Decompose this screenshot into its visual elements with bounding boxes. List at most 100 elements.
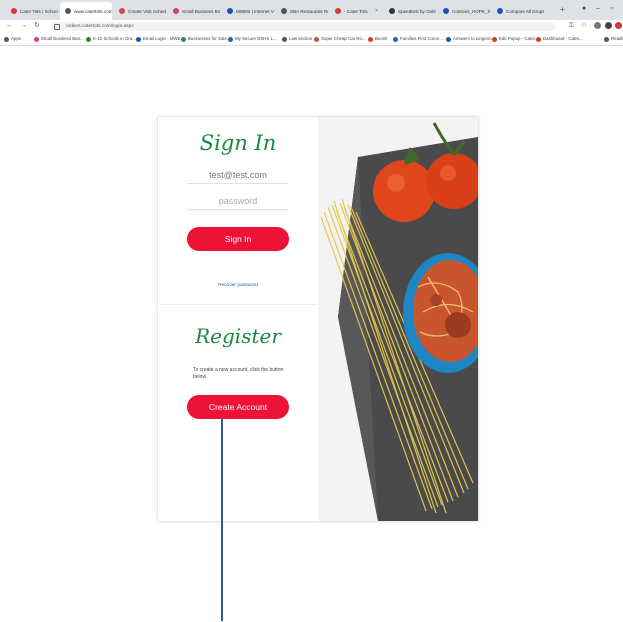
sign-in-button[interactable]: Sign In [187,227,289,251]
login-card: Sign In test@test.com password Sign In R… [158,117,478,521]
bookmark-label: Businesses for Sale... [188,36,231,41]
browser-tab[interactable]: SBA Restaurant Re× [276,4,328,18]
bookmark-label: Super Cheap Car Ro... [321,36,366,41]
bookmark-favicon-icon [4,36,9,42]
extension-icon[interactable] [605,22,612,29]
bookmark-item[interactable]: My Secure DSHS L... [228,36,277,42]
bookmark-favicon-icon [228,36,233,42]
bookmark-item[interactable]: Boonli [368,36,387,42]
tab-label: Cater Tots | School [20,8,58,14]
star-icon[interactable]: ☆ [581,22,587,30]
maximize-icon[interactable]: ▫ [611,5,613,13]
bookmark-item[interactable]: Answers to Lingerin... [446,36,495,42]
favicon-icon [227,8,233,14]
bookmark-label: Law section [289,36,313,41]
email-field[interactable]: test@test.com [188,167,288,184]
favicon-icon [119,8,125,14]
bookmark-item[interactable]: Families First Coron... [393,36,443,42]
extension-icon[interactable] [594,22,601,29]
bookmark-favicon-icon [492,36,497,42]
form-panel: Sign In test@test.com password Sign In R… [158,117,318,521]
bookmark-label: Edit Popup - Cater... [499,36,539,41]
tab-label: Speedtest by Ookl [398,8,436,14]
bookmark-label: Apps [11,36,22,41]
bookmark-favicon-icon [314,36,319,42]
pasta-illustration [318,117,478,521]
bookmark-favicon-icon [86,36,91,42]
reload-icon[interactable]: ↻ [34,22,40,30]
bookmark-favicon-icon [393,36,398,42]
browser-tab[interactable]: Compare All Drops× [492,4,544,18]
browser-tab[interactable]: Speedtest by Ookl× [384,4,436,18]
bookmark-label: Boonli [375,36,388,41]
key-icon[interactable]: ⚿ [569,22,574,30]
food-image [318,117,478,521]
bookmark-favicon-icon [604,36,609,42]
profile-icon[interactable]: ● [582,5,586,13]
bookmark-item[interactable]: Email Login · MWE... [136,36,184,42]
bookmark-label: Dashboard - Cater... [543,36,583,41]
password-field[interactable]: password [188,193,288,210]
favicon-icon [497,8,503,14]
favicon-icon [173,8,179,14]
favicon-icon [443,8,449,14]
register-title: Register [195,324,281,348]
bookmark-item[interactable]: K-12 Schools in Ora... [86,36,136,42]
register-text: To create a new account, click the butto… [193,367,284,380]
bookmark-item[interactable]: Super Cheap Car Ro... [314,36,366,42]
tab-label: - Cater Tots [344,8,368,14]
bookmark-item[interactable]: Apps [4,36,21,42]
bookmark-label: Families First Coron... [400,36,443,41]
extension-icon[interactable] [615,22,622,29]
tab-label: MWEB | Internet V [236,8,274,14]
browser-tab[interactable]: Cater Tots | School× [6,4,58,18]
favicon-icon [389,8,395,14]
close-tab-icon[interactable]: × [375,8,378,14]
bookmark-item[interactable]: Law section [282,36,312,42]
favicon-icon [281,8,287,14]
create-account-button[interactable]: Create Account [187,395,289,419]
favicon-icon [335,8,341,14]
divider [158,304,318,305]
favicon-icon [65,8,71,14]
new-tab-button[interactable]: + [560,6,565,14]
bookmark-favicon-icon [34,36,39,42]
tab-label: Compare All Drops [506,8,544,14]
bookmark-item[interactable]: Edit Popup - Cater... [492,36,539,42]
bookmark-label: My Secure DSHS L... [235,36,277,41]
browser-tab[interactable]: - Cater Tots × [330,4,382,18]
bookmark-label: Small Business Ban... [41,36,84,41]
bookmark-item[interactable]: Small Business Ban... [34,36,84,42]
signin-title: Sign In [199,131,277,155]
bookmark-item[interactable]: Dashboard - Cater... [536,36,583,42]
annotation-arrow [221,418,223,621]
bookmark-label: K-12 Schools in Ora... [93,36,136,41]
tab-label: SBA Restaurant Re [290,8,328,14]
tab-label: www.catertots.com [74,8,112,14]
bookmark-favicon-icon [282,36,287,42]
forward-icon[interactable]: → [20,22,27,30]
bookmark-label: Email Login · MWE... [143,36,185,41]
address-bar[interactable]: ordiers.catertots.com/login.aspx [50,22,556,31]
lock-icon[interactable] [54,24,60,30]
bookmark-label: Answers to Lingerin... [453,36,496,41]
bookmark-favicon-icon [536,36,541,42]
browser-tab[interactable]: Create Visit Sched× [114,4,166,18]
minimize-icon[interactable]: – [596,5,600,13]
browser-tab[interactable]: Contract_HOPE_Sc× [438,4,490,18]
tab-label: Contract_HOPE_Sc [452,8,490,14]
back-icon[interactable]: ← [6,22,13,30]
favicon-icon [11,8,17,14]
bookmark-label: Readin [611,36,623,41]
browser-tab[interactable]: Small Business Bo× [168,4,220,18]
bookmark-favicon-icon [136,36,141,42]
bookmark-item[interactable]: Businesses for Sale... [181,36,230,42]
bookmark-item[interactable]: Readin [604,36,623,42]
browser-tab[interactable]: www.catertots.com× [60,2,112,20]
bookmark-favicon-icon [368,36,373,42]
tab-label: Small Business Bo [182,8,220,14]
bookmark-favicon-icon [446,36,451,42]
tab-label: Create Visit Sched [128,8,166,14]
recover-password-link[interactable]: Recover password [158,283,318,288]
browser-tab[interactable]: MWEB | Internet V× [222,4,274,18]
